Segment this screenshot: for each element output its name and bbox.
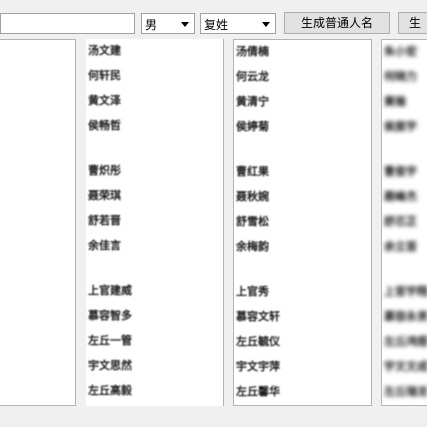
list-item: 曹炽彤	[88, 164, 121, 177]
names-list-column-1[interactable]: 汤文建 何轩民 黄文泽 侯畅哲 曹炽彤 聂荣琪 舒若晋 余佳言 上官建威 慕容智…	[86, 39, 224, 406]
list-item: 上官秀	[236, 285, 269, 298]
list-item: 侯婷菊	[236, 120, 269, 133]
list-item: 黄瑜	[384, 95, 406, 108]
list-item: 左丘毓仪	[236, 335, 280, 348]
list-item: 朱小宏	[384, 45, 417, 58]
surname-type-select[interactable]: 复姓	[200, 13, 276, 34]
surname-type-select-value: 复姓	[204, 18, 229, 32]
list-item: 聂峰杰	[384, 190, 417, 203]
list-item: 余立苗	[384, 240, 417, 253]
list-item: 左丘高毅	[88, 384, 132, 397]
name-input[interactable]	[0, 13, 135, 34]
column-divider	[223, 39, 224, 406]
list-item: 左丘鸿煜	[384, 335, 427, 348]
list-item: 曹红果	[236, 165, 269, 178]
list-item: 侯畅哲	[88, 119, 121, 132]
list-item: 汤文建	[88, 44, 121, 57]
list-item: 何轩民	[88, 69, 121, 82]
list-item: 黄文泽	[88, 94, 121, 107]
list-item: 聂荣琪	[88, 189, 121, 202]
names-list-column-3[interactable]: 朱小宏 何晓力 黄瑜 侯宸宇 曹俊宇 聂峰杰 舒芯芷 余立苗 上官宇翔 慕容永贤…	[381, 39, 427, 406]
list-item: 宇文宇萍	[236, 360, 280, 373]
list-item: 左丘馨华	[236, 385, 280, 398]
list-item: 上官宇翔	[384, 285, 427, 298]
list-item: 宇文思然	[88, 359, 132, 372]
list-item: 慕容永贤	[384, 310, 427, 323]
list-item: 聂秋婉	[236, 190, 269, 203]
list-item: 上官建威	[88, 284, 132, 297]
generate-button-cut[interactable]: 生	[398, 12, 427, 34]
list-item: 何云龙	[236, 70, 269, 83]
list-item: 侯宸宇	[384, 120, 417, 133]
list-item: 宇文文成	[384, 360, 427, 373]
list-item: 慕容智多	[88, 309, 132, 322]
chevron-down-icon	[181, 22, 189, 27]
list-item: 黄清宁	[236, 95, 269, 108]
list-item: 舒芯芷	[384, 215, 417, 228]
list-item: 汤倩楠	[236, 45, 269, 58]
list-item: 左丘一管	[88, 334, 132, 347]
list-item: 曹俊宇	[384, 165, 417, 178]
list-item: 余梅韵	[236, 240, 269, 253]
gender-select[interactable]: 男	[141, 13, 195, 34]
gender-select-value: 男	[145, 18, 158, 32]
status-bar	[0, 406, 427, 427]
list-item: 左丘瑞龙	[384, 385, 427, 398]
list-item: 舒雪松	[236, 215, 269, 228]
names-list-column-2[interactable]: 汤倩楠 何云龙 黄清宁 侯婷菊 曹红果 聂秋婉 舒雪松 余梅韵 上官秀 慕容文轩…	[233, 39, 372, 406]
list-panel-left[interactable]	[0, 39, 76, 406]
list-item: 慕容文轩	[236, 310, 280, 323]
chevron-down-icon	[262, 22, 270, 27]
list-item: 舒若晋	[88, 214, 121, 227]
list-item: 何晓力	[384, 70, 417, 83]
toolbar: 男 复姓 生成普通人名 生	[0, 0, 427, 36]
list-item: 余佳言	[88, 239, 121, 252]
generate-common-names-button[interactable]: 生成普通人名	[284, 12, 390, 34]
